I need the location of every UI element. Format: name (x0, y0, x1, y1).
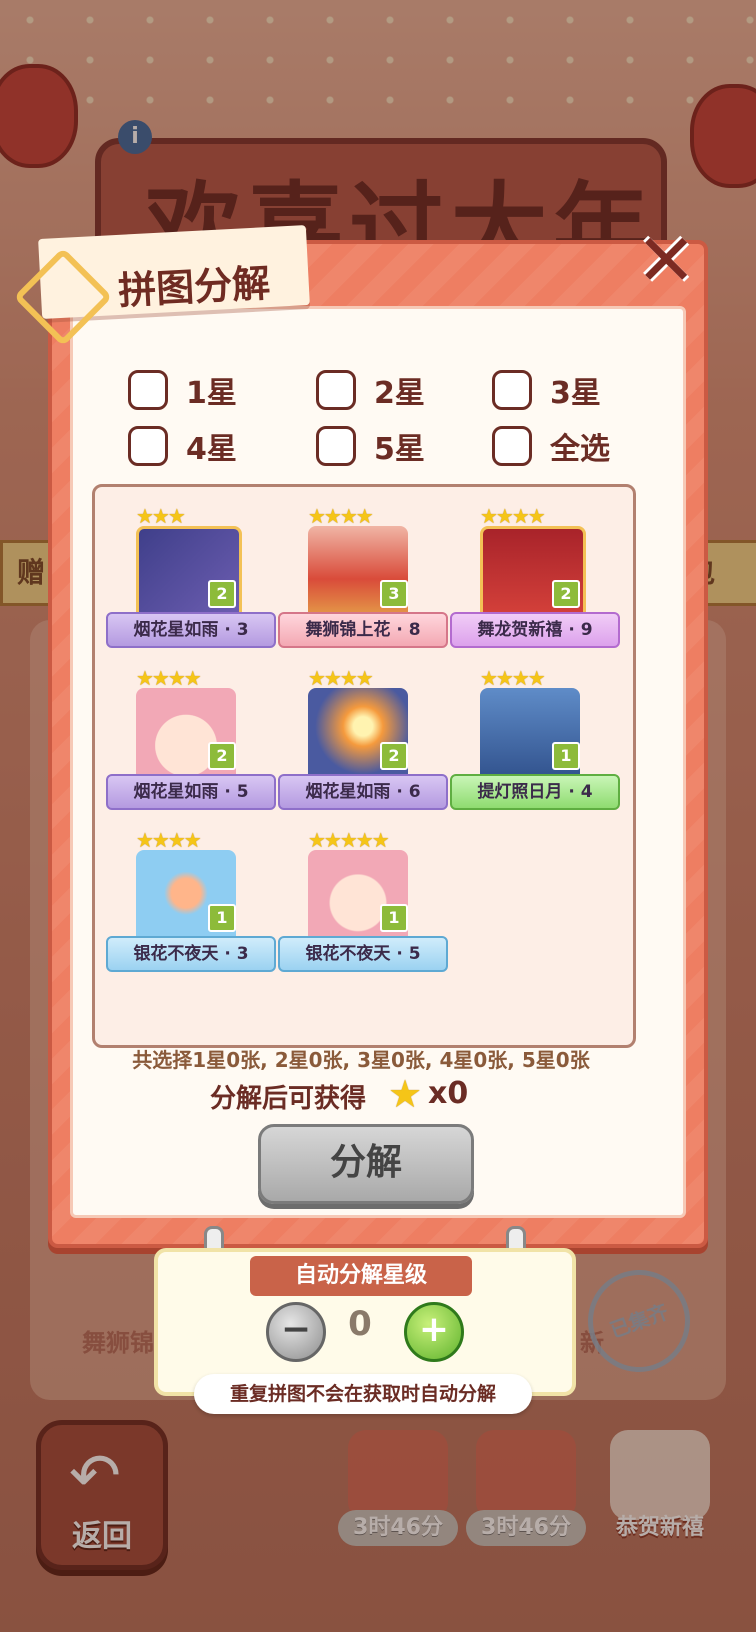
checkbox[interactable] (492, 370, 532, 410)
filter-5-star[interactable]: 5星 (316, 424, 425, 468)
star-rating: ★★★★ (136, 828, 202, 852)
checkbox[interactable] (492, 426, 532, 466)
star-rating: ★★★★ (308, 666, 374, 690)
puzzle-piece[interactable]: ★★★★ 2 舞龙贺新禧 · 9 (450, 504, 620, 660)
piece-name: 银花不夜天 · 5 (278, 936, 448, 972)
filter-label: 全选 (550, 432, 610, 467)
checkbox[interactable] (128, 370, 168, 410)
piece-count-badge: 2 (208, 742, 236, 770)
decompose-button[interactable]: 分解 (258, 1124, 474, 1204)
puzzle-piece[interactable]: ★★★★ 2 烟花星如雨 · 5 (106, 666, 276, 822)
piece-name: 烟花星如雨 · 6 (278, 774, 448, 810)
filter-1-star[interactable]: 1星 (128, 368, 237, 412)
selection-summary: 共选择1星0张, 2星0张, 3星0张, 4星0张, 5星0张 (132, 1048, 590, 1072)
increase-level-button[interactable]: + (404, 1302, 464, 1362)
piece-count-badge: 1 (552, 742, 580, 770)
puzzle-piece[interactable]: ★★★★ 1 银花不夜天 · 3 (106, 828, 276, 984)
auto-level-value: 0 (348, 1304, 372, 1344)
piece-name: 舞龙贺新禧 · 9 (450, 612, 620, 648)
puzzle-piece[interactable]: ★★★★ 1 提灯照日月 · 4 (450, 666, 620, 822)
star-icon: ★ (388, 1072, 423, 1116)
filter-label: 2星 (374, 376, 425, 411)
filter-3-star[interactable]: 3星 (492, 368, 601, 412)
auto-decompose-title: 自动分解星级 (250, 1256, 472, 1296)
close-icon[interactable]: ✕ (636, 224, 696, 296)
puzzle-piece[interactable]: ★★★★★ 1 银花不夜天 · 5 (278, 828, 448, 984)
star-rating: ★★★★ (308, 504, 374, 528)
filter-label: 4星 (186, 432, 237, 467)
auto-decompose-note: 重复拼图不会在获取时自动分解 (194, 1374, 532, 1414)
dialog-title: 拼图分解 (117, 261, 272, 313)
checkbox[interactable] (316, 426, 356, 466)
star-rating: ★★★★ (480, 666, 546, 690)
star-rating: ★★★★★ (308, 828, 390, 852)
piece-name: 舞狮锦上花 · 8 (278, 612, 448, 648)
piece-name: 烟花星如雨 · 5 (106, 774, 276, 810)
filter-label: 3星 (550, 376, 601, 411)
piece-count-badge: 2 (552, 580, 580, 608)
star-rating: ★★★ (136, 504, 186, 528)
decrease-level-button[interactable]: − (266, 1302, 326, 1362)
piece-count-badge: 2 (208, 580, 236, 608)
filter-4-star[interactable]: 4星 (128, 424, 237, 468)
puzzle-piece[interactable]: ★★★★ 2 烟花星如雨 · 6 (278, 666, 448, 822)
piece-count-badge: 3 (380, 580, 408, 608)
filter-select-all[interactable]: 全选 (492, 424, 610, 468)
piece-count-badge: 2 (380, 742, 408, 770)
filter-2-star[interactable]: 2星 (316, 368, 425, 412)
piece-name: 银花不夜天 · 3 (106, 936, 276, 972)
filter-label: 5星 (374, 432, 425, 467)
piece-name: 提灯照日月 · 4 (450, 774, 620, 810)
puzzle-piece[interactable]: ★★★★ 3 舞狮锦上花 · 8 (278, 504, 448, 660)
star-rating: ★★★★ (136, 666, 202, 690)
piece-name: 烟花星如雨 · 3 (106, 612, 276, 648)
filter-label: 1星 (186, 376, 237, 411)
puzzle-piece[interactable]: ★★★ 2 烟花星如雨 · 3 (106, 504, 276, 660)
reward-count: x0 (428, 1076, 469, 1111)
piece-count-badge: 1 (380, 904, 408, 932)
star-rating: ★★★★ (480, 504, 546, 528)
checkbox[interactable] (128, 426, 168, 466)
piece-count-badge: 1 (208, 904, 236, 932)
reward-label: 分解后可获得 (210, 1084, 367, 1114)
checkbox[interactable] (316, 370, 356, 410)
